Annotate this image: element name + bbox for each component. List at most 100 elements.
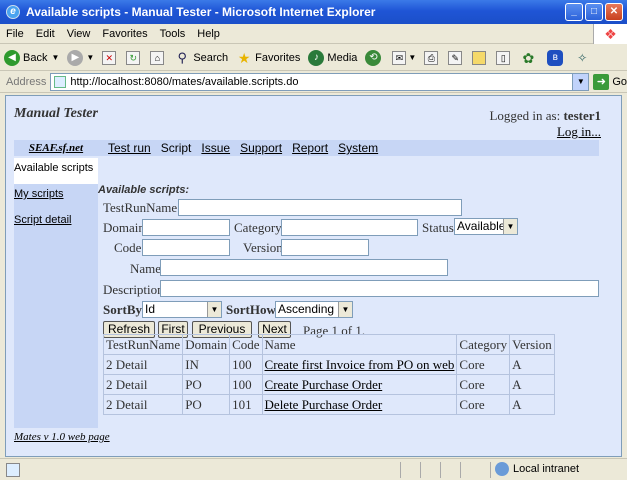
folder-icon bbox=[472, 50, 487, 65]
status-select[interactable]: Available ▼ bbox=[454, 218, 518, 235]
main-content: Available scripts: TestRunName Domain Ca… bbox=[98, 158, 608, 428]
media-icon: ♪ bbox=[308, 49, 325, 66]
cell-category: Core bbox=[456, 394, 511, 415]
menu-view[interactable]: View bbox=[67, 28, 91, 40]
research-button[interactable]: ▯ bbox=[496, 50, 512, 65]
cell-version: A bbox=[509, 354, 555, 375]
home-icon: ⌂ bbox=[150, 50, 165, 65]
domain-label: Domain bbox=[103, 220, 145, 235]
cell-testrunname: 2 Detail bbox=[102, 354, 184, 375]
column-header: Code bbox=[229, 334, 263, 355]
close-button[interactable]: ✕ bbox=[605, 3, 623, 21]
menu-help[interactable]: Help bbox=[197, 28, 220, 40]
sidebar-item-script-detail[interactable]: Script detail bbox=[14, 210, 98, 236]
code-input[interactable] bbox=[142, 239, 230, 256]
page-status-icon bbox=[6, 462, 20, 477]
description-input[interactable] bbox=[160, 280, 599, 297]
menu-edit[interactable]: Edit bbox=[36, 28, 55, 40]
back-button[interactable]: ◀ Back ▼ bbox=[4, 49, 59, 66]
address-dropdown-icon[interactable]: ▼ bbox=[572, 73, 589, 90]
logged-user: tester1 bbox=[563, 108, 601, 123]
edit-button[interactable]: ✎ bbox=[448, 50, 464, 65]
testrunname-input[interactable] bbox=[178, 199, 462, 216]
cell-domain: IN bbox=[182, 354, 231, 375]
sorthow-select[interactable]: Ascending ▼ bbox=[275, 301, 353, 318]
footer-link[interactable]: Mates v 1.0 web page bbox=[14, 431, 110, 443]
logged-prefix: Logged in as: bbox=[489, 108, 561, 123]
minimize-button[interactable]: _ bbox=[565, 3, 583, 21]
cell-category: Core bbox=[456, 374, 511, 395]
table-row: 2 Detail PO 100 Create Purchase Order Co… bbox=[102, 374, 555, 395]
sortby-select[interactable]: Id ▼ bbox=[142, 301, 222, 318]
forward-dropdown-icon[interactable]: ▼ bbox=[86, 53, 94, 62]
cell-code: 101 bbox=[229, 394, 263, 415]
nav-script[interactable]: Script bbox=[161, 141, 192, 155]
bluetooth-button[interactable]: ʙ bbox=[547, 49, 566, 66]
cell-version: A bbox=[509, 394, 555, 415]
web-page: Manual Tester Logged in as: tester1 Log … bbox=[5, 95, 622, 457]
security-zone: Local intranet bbox=[495, 462, 579, 476]
star-icon: ★ bbox=[237, 49, 251, 66]
search-button[interactable]: ⚲ Search bbox=[174, 50, 229, 66]
name-input[interactable] bbox=[160, 259, 448, 276]
sorthow-dropdown-icon: ▼ bbox=[338, 302, 352, 317]
back-dropdown-icon[interactable]: ▼ bbox=[51, 53, 59, 62]
version-input[interactable] bbox=[281, 239, 369, 256]
print-button[interactable]: ⎙ bbox=[424, 50, 440, 65]
mail-dropdown-icon[interactable]: ▼ bbox=[408, 53, 416, 62]
tool-button[interactable]: ✧ bbox=[574, 50, 593, 66]
mail-button[interactable]: ✉ ▼ bbox=[392, 50, 416, 65]
cell-category: Core bbox=[456, 354, 511, 375]
status-dropdown-icon: ▼ bbox=[503, 219, 517, 234]
nav-support[interactable]: Support bbox=[240, 141, 282, 155]
menu-file[interactable]: File bbox=[6, 28, 24, 40]
script-link[interactable]: Create first Invoice from PO on web bbox=[265, 357, 455, 372]
column-header: Domain bbox=[182, 334, 231, 355]
mail-icon: ✉ bbox=[392, 50, 407, 65]
forward-button[interactable]: ▶ ▼ bbox=[67, 49, 94, 66]
address-input[interactable]: http://localhost:8080/mates/available.sc… bbox=[50, 72, 590, 91]
menu-bar: File Edit View Favorites Tools Help bbox=[0, 24, 627, 44]
nav-test-run[interactable]: Test run bbox=[108, 141, 151, 155]
menu-favorites[interactable]: Favorites bbox=[102, 28, 147, 40]
folder-button[interactable] bbox=[472, 50, 488, 65]
domain-input[interactable] bbox=[142, 219, 230, 236]
cell-testrunname: 2 Detail bbox=[102, 374, 184, 395]
ie-icon: e bbox=[6, 5, 20, 19]
window-title: Available scripts - Manual Tester - Micr… bbox=[26, 5, 376, 19]
nav-report[interactable]: Report bbox=[292, 141, 328, 155]
go-button[interactable]: ➜ Go bbox=[593, 73, 627, 90]
sidebar-item-available-scripts[interactable]: Available scripts bbox=[14, 158, 98, 184]
sortby-value: Id bbox=[145, 302, 156, 316]
nav-system[interactable]: System bbox=[338, 141, 378, 155]
zone-label: Local intranet bbox=[513, 463, 580, 475]
status-label: Status bbox=[422, 220, 454, 235]
sortby-dropdown-icon: ▼ bbox=[207, 302, 221, 317]
messenger-button[interactable]: ✿ bbox=[520, 50, 539, 66]
cell-code: 100 bbox=[229, 374, 263, 395]
refresh-button[interactable]: ↻ bbox=[126, 50, 142, 65]
back-arrow-icon: ◀ bbox=[4, 49, 20, 66]
stop-button[interactable]: ✕ bbox=[102, 50, 118, 65]
nav-issue[interactable]: Issue bbox=[201, 141, 230, 155]
script-link[interactable]: Delete Purchase Order bbox=[265, 397, 383, 412]
brand-link[interactable]: SEAF.sf.net bbox=[14, 142, 98, 154]
cell-code: 100 bbox=[229, 354, 263, 375]
research-icon: ▯ bbox=[496, 50, 511, 65]
results-table: TestRunName Domain Code Name Category Ve… bbox=[102, 334, 555, 415]
cell-version: A bbox=[509, 374, 555, 395]
login-link[interactable]: Log in... bbox=[557, 124, 601, 140]
menu-tools[interactable]: Tools bbox=[160, 28, 186, 40]
home-button[interactable]: ⌂ bbox=[150, 50, 166, 65]
history-button[interactable]: ⟲ bbox=[365, 49, 384, 66]
maximize-button[interactable]: □ bbox=[585, 3, 603, 21]
bluetooth-icon: ʙ bbox=[547, 49, 564, 66]
category-input[interactable] bbox=[281, 219, 418, 236]
go-arrow-icon: ➜ bbox=[593, 73, 610, 90]
favorites-button[interactable]: ★ Favorites bbox=[236, 49, 301, 66]
sidebar-item-my-scripts[interactable]: My scripts bbox=[14, 184, 98, 210]
media-button[interactable]: ♪ Media bbox=[308, 49, 357, 66]
script-link[interactable]: Create Purchase Order bbox=[265, 377, 383, 392]
address-label: Address bbox=[6, 75, 47, 88]
testrunname-label: TestRunName bbox=[103, 200, 178, 215]
